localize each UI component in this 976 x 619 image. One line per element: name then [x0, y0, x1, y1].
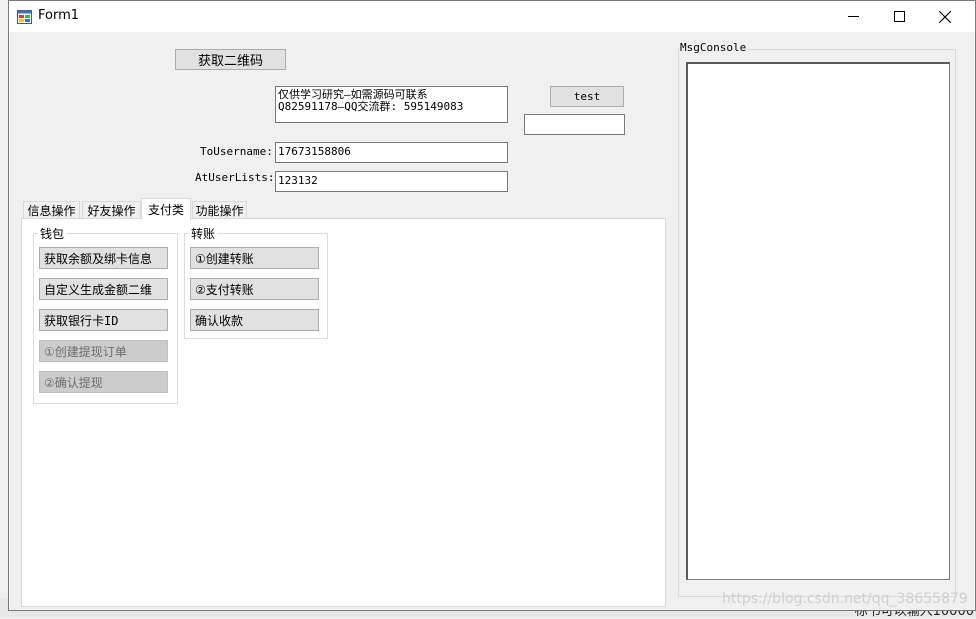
wallet-group-title: 钱包 — [38, 225, 67, 242]
confirm-receipt-button[interactable]: 确认收款 — [190, 309, 319, 331]
tab-info-ops[interactable]: 信息操作 — [23, 201, 80, 219]
minimize-icon — [847, 16, 859, 17]
msg-console-textbox[interactable] — [686, 62, 950, 580]
tab-friend-ops[interactable]: 好友操作 — [82, 201, 141, 219]
to-username-label: ToUsername: — [200, 145, 273, 158]
form-window: Form1 获取二维码 仅供学习研究—如需源码可联系 Q82591178—QQ交… — [8, 0, 976, 611]
get-balance-button[interactable]: 获取余额及绑卡信息 — [39, 247, 168, 269]
test-input[interactable] — [524, 114, 625, 135]
maximize-button[interactable] — [876, 1, 922, 32]
get-qrcode-button[interactable]: 获取二维码 — [175, 49, 286, 70]
create-transfer-button[interactable]: ①创建转账 — [190, 247, 319, 269]
tab-function-ops[interactable]: 功能操作 — [192, 201, 247, 219]
create-withdraw-order-button[interactable]: ①创建提现订单 — [39, 340, 168, 362]
get-bank-card-id-button[interactable]: 获取银行卡ID — [39, 309, 168, 331]
confirm-withdraw-button[interactable]: ②确认提现 — [39, 371, 168, 393]
msg-console-title: MsgConsole — [679, 41, 748, 54]
test-button[interactable]: test — [550, 86, 624, 107]
at-user-lists-input[interactable]: 123132 — [275, 171, 508, 192]
at-user-lists-label: AtUserLists: — [195, 171, 275, 184]
transfer-group-title: 转账 — [189, 225, 218, 242]
title-bar[interactable]: Form1 — [9, 1, 975, 32]
watermark: https://blog.csdn.net/qq_38655879 — [722, 591, 968, 607]
to-username-input[interactable]: 17673158806 — [275, 142, 508, 163]
pay-transfer-button[interactable]: ②支付转账 — [190, 278, 319, 300]
close-icon — [939, 10, 951, 23]
notice-textbox[interactable]: 仅供学习研究—如需源码可联系 Q82591178—QQ交流群: 59514908… — [275, 86, 508, 123]
tab-payment[interactable]: 支付类 — [141, 198, 191, 220]
form-app-icon — [17, 9, 32, 24]
custom-amount-qr-button[interactable]: 自定义生成金额二维 — [39, 278, 168, 300]
window-title: Form1 — [38, 8, 80, 23]
minimize-button[interactable] — [830, 1, 876, 32]
close-button[interactable] — [922, 1, 968, 32]
maximize-icon — [893, 11, 905, 22]
